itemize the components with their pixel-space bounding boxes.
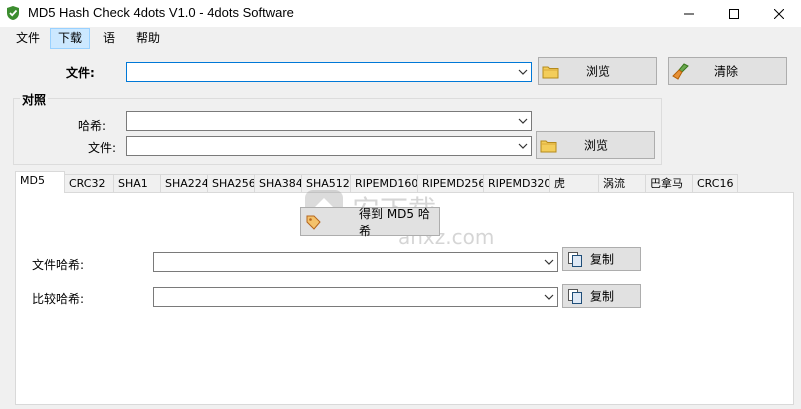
chevron-down-icon[interactable]: [517, 115, 529, 127]
tab-crc32[interactable]: CRC32: [64, 174, 114, 192]
copy-file-hash-label: 复制: [590, 252, 615, 267]
close-button[interactable]: [756, 0, 801, 27]
close-icon: [773, 8, 784, 19]
chevron-down-icon[interactable]: [543, 291, 555, 303]
copy-icon: [568, 252, 582, 267]
folder-icon: [542, 66, 559, 79]
copy-compare-hash-label: 复制: [590, 289, 615, 304]
chevron-down-icon[interactable]: [517, 66, 529, 78]
maximize-icon: [728, 8, 739, 19]
minimize-icon: [683, 13, 694, 14]
maximize-button[interactable]: [711, 0, 756, 27]
compare-hash-field[interactable]: [153, 287, 558, 307]
menu-help[interactable]: 帮助: [129, 29, 167, 48]
file-hash-label: 文件哈希:: [32, 258, 85, 272]
tab-whirlpool[interactable]: 涡流: [598, 174, 646, 192]
menu-language[interactable]: 语: [96, 29, 122, 48]
get-hash-label: 得到 MD5 哈希: [359, 206, 430, 238]
broom-icon: [672, 63, 689, 80]
compare-hash-row-label: 比较哈希:: [32, 292, 85, 306]
tab-md5[interactable]: MD5: [15, 171, 65, 193]
tab-sha256[interactable]: SHA256: [207, 174, 255, 192]
copy-icon: [568, 289, 582, 304]
browse-compare-label: 浏览: [584, 138, 609, 153]
file-hash-combo[interactable]: [153, 252, 558, 272]
title-bar: MD5 Hash Check 4dots V1.0 - 4dots Softwa…: [0, 0, 801, 28]
file-combo[interactable]: [126, 62, 532, 82]
tab-sha224[interactable]: SHA224: [160, 174, 208, 192]
clear-label: 清除: [714, 64, 739, 79]
folder-icon: [540, 140, 557, 153]
compare-file-label: 文件:: [88, 141, 117, 155]
app-icon: [7, 6, 19, 20]
chevron-down-icon[interactable]: [543, 256, 555, 268]
menu-bar: 文件 下载 语 帮助: [0, 27, 801, 50]
copy-compare-hash-button[interactable]: 复制: [562, 284, 641, 308]
compare-file-combo[interactable]: [126, 136, 532, 156]
window-title: MD5 Hash Check 4dots V1.0 - 4dots Softwa…: [28, 5, 294, 20]
tab-sha1[interactable]: SHA1: [113, 174, 161, 192]
compare-hash-combo[interactable]: [126, 111, 532, 131]
compare-hash-label: 哈希:: [78, 119, 107, 133]
menu-download[interactable]: 下载: [50, 28, 91, 49]
file-label: 文件:: [66, 66, 95, 80]
chevron-down-icon[interactable]: [517, 140, 529, 152]
tag-icon: [306, 215, 321, 230]
tab-crc16[interactable]: CRC16: [692, 174, 738, 192]
minimize-button[interactable]: [666, 0, 711, 27]
browse-file-label: 浏览: [586, 64, 611, 79]
tab-sha384[interactable]: SHA384: [254, 174, 302, 192]
copy-file-hash-button[interactable]: 复制: [562, 247, 641, 271]
tab-tiger[interactable]: 虎: [549, 174, 599, 192]
clear-button[interactable]: 清除: [668, 57, 787, 85]
browse-compare-button[interactable]: 浏览: [536, 131, 655, 159]
menu-file[interactable]: 文件: [9, 29, 47, 48]
tab-panama[interactable]: 巴拿马: [645, 174, 693, 192]
get-hash-button[interactable]: 得到 MD5 哈希: [300, 206, 440, 238]
compare-group-label: 对照: [20, 91, 49, 108]
browse-file-button[interactable]: 浏览: [538, 57, 657, 85]
